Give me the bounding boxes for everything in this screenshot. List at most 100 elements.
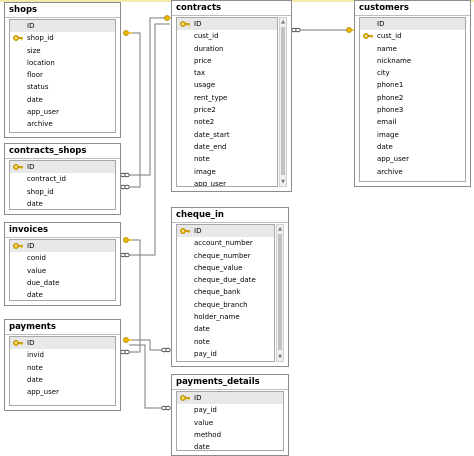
field-name: date [27,199,43,208]
field-row-id[interactable]: ID [360,18,465,31]
field-row-cheque-number[interactable]: cheque_number [177,250,274,262]
field-row-id[interactable]: ID [10,20,115,33]
field-row-id[interactable]: ID [10,240,115,253]
field-row-date[interactable]: date [10,374,115,386]
field-row-usage[interactable]: usage [177,79,277,91]
field-row-shop-id[interactable]: shop_id [10,32,115,44]
table-payments-details[interactable]: payments_details ID pay_id value method date [171,374,289,456]
table-payments[interactable]: payments ID invid note date app_user [4,319,121,411]
field-row-note2[interactable]: note2 [177,116,277,128]
field-row-city[interactable]: city [360,67,465,79]
field-row-date[interactable]: date [360,141,465,153]
field-row-cheque-bank[interactable]: cheque_bank [177,286,274,298]
field-row-cust-id[interactable]: cust_id [360,30,465,42]
field-row-name[interactable]: name [360,43,465,55]
field-row-account-number[interactable]: account_number [177,237,274,249]
field-row-id[interactable]: ID [10,161,115,174]
field-row-tax[interactable]: tax [177,67,277,79]
field-row-cheque-branch[interactable]: cheque_branch [177,299,274,311]
field-row-phone1[interactable]: phone1 [360,79,465,91]
field-row-conid[interactable]: conid [10,252,115,264]
infinity-icon [161,405,171,411]
field-row-size[interactable]: size [10,45,115,57]
field-row-value[interactable]: value [10,265,115,277]
field-row-cust-id[interactable]: cust_id [177,30,277,42]
field-name: holder_name [194,313,240,322]
table-shops[interactable]: shops ID shop_id size location floor status da… [4,2,121,138]
field-row-image[interactable]: image [360,129,465,141]
field-row-method[interactable]: method [177,429,283,441]
field-row-date[interactable]: date [177,323,274,335]
field-row-id[interactable]: ID [10,337,115,350]
field-name: ID [377,20,385,28]
field-row-note[interactable]: note [177,336,274,348]
field-name: archive [27,120,53,129]
scroll-up-arrow-icon[interactable]: ▲ [280,18,286,26]
field-row-date[interactable]: date [177,441,283,450]
field-row-app-user[interactable]: app_user [177,178,277,186]
field-row-phone3[interactable]: phone3 [360,104,465,116]
table-invoices[interactable]: invoices ID conid value due_date date [4,222,121,306]
field-row-pay-id[interactable]: pay_id [177,348,274,360]
field-row-contract-id[interactable]: contract_id [10,173,115,185]
scroll-down-arrow-icon[interactable]: ▼ [280,178,286,186]
vertical-scrollbar[interactable]: ▲ ▼ [279,17,287,187]
field-row-invid[interactable]: invid [10,349,115,361]
field-row-cheque-value[interactable]: cheque_value [177,262,274,274]
field-row-holder-name[interactable]: holder_name [177,311,274,323]
field-row-nickname[interactable]: nickname [360,55,465,67]
scroll-thumb[interactable] [278,234,282,350]
table-contracts-shops[interactable]: contracts_shops ID contract_id shop_id date [4,143,121,215]
field-row-cheque-due-date[interactable]: cheque_due_date [177,274,274,286]
field-row-status[interactable]: status [10,81,115,93]
field-row-archive[interactable]: archive [360,166,465,178]
table-customers[interactable]: customers ID cust_id name nickname city phone… [354,0,471,187]
field-row-duration[interactable]: duration [177,43,277,55]
field-list: ID invid note date app_user [9,336,116,406]
field-row-floor[interactable]: floor [10,69,115,81]
field-row-id[interactable]: ID [177,18,277,31]
field-row-value[interactable]: value [177,417,283,429]
table-cheque-in[interactable]: cheque_in ID account_number cheque_number c… [171,207,289,367]
table-contracts[interactable]: contracts ID cust_id duration price tax usage… [171,0,292,192]
vertical-scrollbar[interactable]: ▲ ▼ [276,224,284,362]
field-row-app-user[interactable]: app_user [10,386,115,398]
field-row-app-user[interactable]: app_user [360,153,465,165]
scroll-up-arrow-icon[interactable]: ▲ [277,225,283,233]
field-row-note[interactable]: note [10,362,115,374]
field-row-price[interactable]: price [177,55,277,67]
table-title: cheque_in [172,208,288,223]
field-row-due-date[interactable]: due_date [10,277,115,289]
field-row-note[interactable]: note [177,153,277,165]
field-row-date[interactable]: date [10,94,115,106]
field-row-id[interactable]: ID [177,225,274,238]
field-row-shop-id[interactable]: shop_id [10,186,115,198]
field-list: ID cust_id duration price tax usage rent_type p… [176,17,278,187]
field-row-date-start[interactable]: date_start [177,129,277,141]
field-row-date[interactable]: date [10,289,115,300]
field-row-pay-id[interactable]: pay_id [177,404,283,416]
key-icon [123,237,132,243]
table-title: contracts [172,1,291,16]
field-row-price2[interactable]: price2 [177,104,277,116]
field-name: date_start [194,130,230,139]
field-row-image[interactable]: image [177,166,277,178]
field-row-id[interactable]: ID [177,392,283,405]
field-name: note [194,337,210,346]
scroll-down-arrow-icon[interactable]: ▼ [277,353,283,361]
field-row-rent-type[interactable]: rent_type [177,92,277,104]
infinity-icon [120,172,130,178]
scroll-thumb[interactable] [281,27,285,175]
infinity-icon [120,184,130,190]
field-row-phone2[interactable]: phone2 [360,92,465,104]
field-row-location[interactable]: location [10,57,115,69]
field-list: ID pay_id value method date [176,391,284,451]
field-row-app-user[interactable]: app_user [10,106,115,118]
field-name: city [377,69,390,78]
field-row-archive[interactable]: archive [10,118,115,130]
field-row-date-end[interactable]: date_end [177,141,277,153]
field-row-email[interactable]: email [360,116,465,128]
relationship-line [129,239,141,353]
field-row-date[interactable]: date [10,198,115,209]
field-name: due_date [27,278,60,287]
